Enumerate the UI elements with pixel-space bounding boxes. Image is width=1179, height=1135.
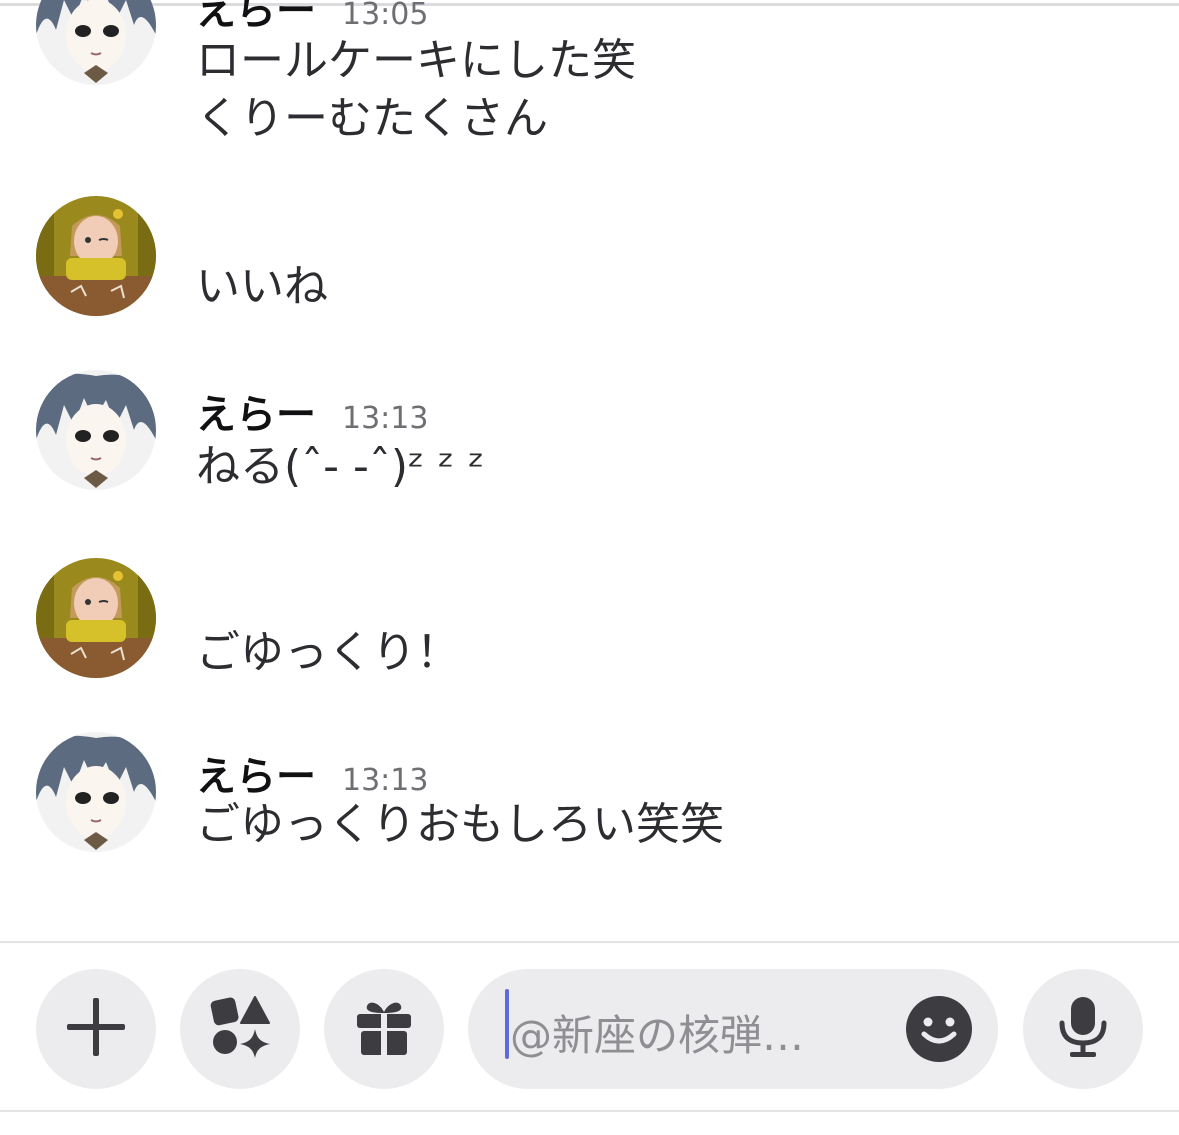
avatar-blue-hair[interactable]	[36, 370, 156, 490]
composer-divider	[0, 941, 1179, 943]
top-divider	[0, 3, 1179, 6]
text-caret	[505, 989, 509, 1059]
message-text: ごゆっくりおもしろい笑笑	[196, 799, 724, 850]
microphone-icon	[1055, 995, 1111, 1063]
gift-icon	[353, 996, 415, 1062]
smiley-icon	[906, 996, 972, 1066]
gift-button[interactable]	[324, 969, 444, 1089]
timestamp: 13:13	[342, 763, 429, 798]
emoji-button[interactable]	[906, 996, 972, 1062]
message-input[interactable]: @新座の核弾…	[468, 969, 998, 1089]
apps-button[interactable]	[180, 969, 300, 1089]
message-text: ごゆっくり！	[196, 627, 460, 678]
avatar-yellow-girl[interactable]	[36, 558, 156, 678]
message-text: いいね	[196, 261, 328, 312]
avatar-blue-hair[interactable]	[36, 732, 156, 852]
author-name[interactable]: えらー	[196, 754, 316, 800]
author-name[interactable]: えらー	[196, 392, 316, 438]
message-text: ロールケーキにした笑 くりーむたくさん	[196, 35, 636, 144]
timestamp: 13:05	[342, 0, 429, 32]
avatar-blue-hair[interactable]	[36, 0, 156, 85]
timestamp: 13:13	[342, 401, 429, 436]
plus-icon	[65, 996, 127, 1062]
apps-icon	[208, 995, 272, 1063]
voice-button[interactable]	[1023, 969, 1143, 1089]
input-placeholder: @新座の核弾…	[510, 1011, 805, 1060]
bottom-divider	[0, 1110, 1179, 1112]
author-name[interactable]: えらー	[196, 0, 316, 34]
avatar-yellow-girl[interactable]	[36, 196, 156, 316]
add-button[interactable]	[36, 969, 156, 1089]
message-text: ねる(ˆ- -ˆ)ᶻ ᶻ ᶻ	[196, 441, 485, 492]
